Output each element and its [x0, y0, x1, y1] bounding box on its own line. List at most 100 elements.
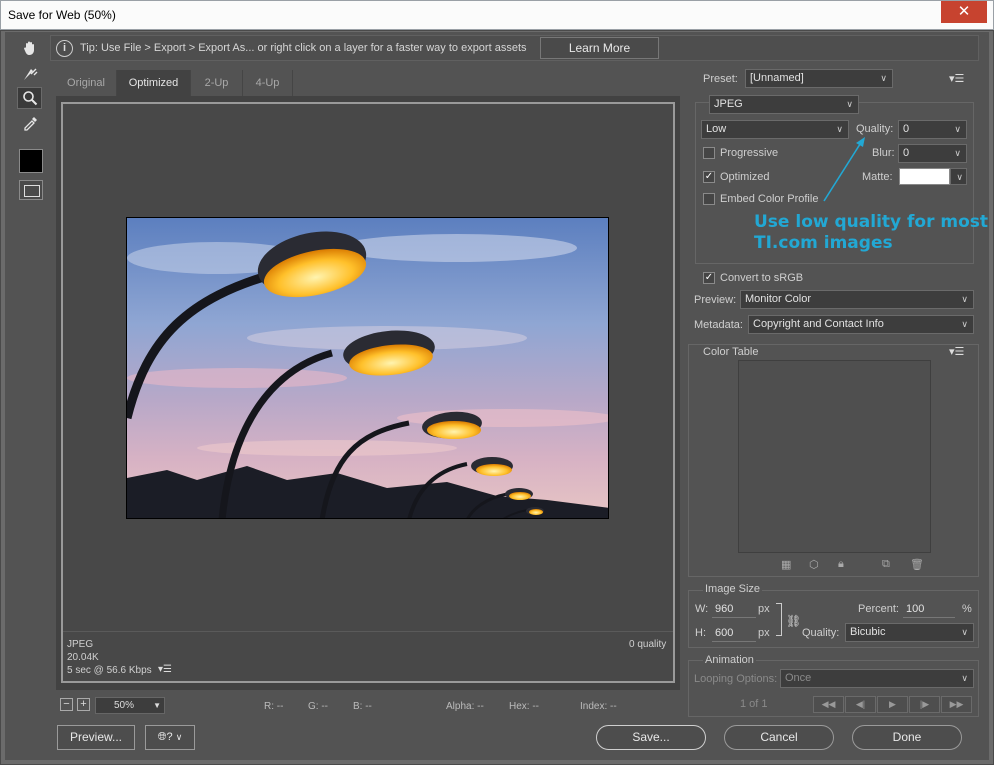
optimized-checkbox[interactable]: ✓ [703, 171, 715, 183]
constrain-bracket [776, 603, 782, 636]
percent-unit: % [962, 603, 972, 615]
animation-title: Animation [703, 654, 756, 666]
zoom-out-button[interactable]: − [60, 698, 73, 711]
height-input[interactable]: 600 [712, 624, 756, 642]
zoom-level-value: 50% [114, 700, 135, 711]
trash-icon[interactable]: 🗑︎ [910, 558, 924, 571]
annotation-line-1: Use low quality for most [754, 212, 989, 232]
quality-preset-value: Low [706, 123, 727, 135]
link-proportions-icon[interactable]: ⛓︎ [786, 614, 801, 628]
tab-optimized[interactable]: Optimized [117, 70, 191, 97]
chevron-down-icon: ∨ [954, 148, 961, 158]
status-download-time: 5 sec @ 56.6 Kbps [67, 665, 152, 676]
view-tabs: Original Optimized 2-Up 4-Up [56, 70, 680, 97]
tip-text: Tip: Use File > Export > Export As... or… [80, 42, 527, 54]
progressive-checkbox[interactable] [703, 147, 715, 159]
metadata-value: Copyright and Contact Info [753, 318, 884, 330]
web-shift-cube-icon[interactable]: ⬡ [809, 558, 819, 571]
preview-image[interactable] [126, 217, 609, 519]
annotation-callout: Use low quality for most TI.com images [754, 212, 988, 254]
format-select[interactable]: JPEG ∨ [709, 95, 859, 114]
tab-original[interactable]: Original [56, 70, 117, 97]
prev-frame-icon[interactable]: ◀| [845, 696, 876, 713]
chevron-down-icon: ∨ [961, 627, 968, 637]
eyedropper-icon[interactable] [17, 113, 42, 135]
close-button[interactable]: ✕ [941, 1, 987, 23]
percent-input[interactable]: 100 [903, 600, 955, 618]
next-frame-icon[interactable]: |▶ [909, 696, 940, 713]
cancel-button[interactable]: Cancel [724, 725, 834, 750]
looping-select[interactable]: Once ∨ [780, 669, 974, 688]
download-speed-menu-icon[interactable]: ▾☰ [158, 664, 172, 675]
done-button[interactable]: Done [852, 725, 962, 750]
convert-srgb-checkbox[interactable]: ✓ [703, 272, 715, 284]
chevron-down-icon: ∨ [846, 99, 853, 109]
annotation-line-2: TI.com images [754, 233, 893, 253]
matte-dropdown[interactable]: ∨ [950, 168, 967, 185]
convert-srgb-label: Convert to sRGB [720, 272, 804, 284]
resample-quality-value: Bicubic [850, 626, 886, 638]
chevron-down-icon: ∨ [961, 673, 968, 683]
readout-b: B: -- [353, 701, 372, 712]
hand-tool-icon[interactable] [17, 37, 42, 59]
eyedropper-color-swatch[interactable] [19, 149, 43, 173]
metadata-select[interactable]: Copyright and Contact Info ∨ [748, 315, 974, 334]
format-value: JPEG [714, 98, 743, 110]
blur-input[interactable]: 0 ∨ [898, 144, 967, 163]
image-size-title: Image Size [703, 583, 763, 595]
status-divider [63, 631, 673, 632]
toggle-slices-icon[interactable] [19, 180, 43, 200]
readout-g: G: -- [308, 701, 328, 712]
embed-color-profile-label: Embed Color Profile [720, 193, 819, 205]
looping-value: Once [785, 672, 812, 684]
info-icon: i [56, 40, 73, 57]
last-frame-icon[interactable]: ▶▶ [941, 696, 972, 713]
map-transparency-icon[interactable]: ▦ [781, 558, 791, 571]
preview-button[interactable]: Preview... [57, 725, 135, 750]
color-table-menu-icon[interactable]: ▾☰ [949, 345, 964, 358]
percent-label: Percent: [858, 603, 899, 615]
height-label: H: [695, 627, 706, 639]
chevron-down-icon: ∨ [961, 294, 968, 304]
new-color-icon[interactable]: ⧉ [882, 558, 890, 571]
quality-input[interactable]: 0 ∨ [898, 120, 967, 139]
status-format: JPEG [67, 639, 94, 650]
optimize-menu-icon[interactable]: ▾☰ [949, 72, 964, 85]
save-button[interactable]: Save... [596, 725, 706, 750]
blur-label: Blur: [872, 147, 895, 159]
embed-color-profile-checkbox[interactable] [703, 193, 715, 205]
tab-2-up[interactable]: 2-Up [191, 70, 243, 97]
learn-more-button[interactable]: Learn More [540, 37, 659, 59]
color-table-title: Color Table [703, 346, 759, 358]
tip-bar: i Tip: Use File > Export > Export As... … [50, 35, 979, 61]
globe-browser-icon: 🌐︎? [157, 731, 173, 743]
resample-quality-select[interactable]: Bicubic ∨ [845, 623, 974, 642]
slice-select-icon[interactable] [17, 63, 42, 85]
play-icon[interactable]: ▶ [877, 696, 908, 713]
annotation-arrow [823, 137, 865, 202]
tab-4-up[interactable]: 4-Up [243, 70, 293, 97]
preset-select[interactable]: [Unnamed] ∨ [745, 69, 893, 88]
title-bar: Save for Web (50%) ✕ [0, 0, 994, 30]
readout-alpha: Alpha: -- [446, 701, 484, 712]
status-quality: 0 quality [629, 639, 667, 650]
width-input[interactable]: 960 [712, 600, 756, 618]
metadata-label: Metadata: [694, 319, 743, 331]
blur-value: 0 [903, 147, 910, 159]
lock-color-icon[interactable]: 🔒︎ [838, 558, 844, 571]
chevron-down-icon: ▼ [153, 701, 161, 710]
preset-label: Preset: [703, 73, 738, 85]
readout-index: Index: -- [580, 701, 617, 712]
zoom-level-select[interactable]: 50% ▼ [95, 697, 165, 714]
progressive-label: Progressive [720, 147, 779, 159]
preview-mode-label: Preview: [694, 294, 737, 306]
first-frame-icon[interactable]: ◀◀ [813, 696, 844, 713]
matte-color-swatch[interactable] [899, 168, 950, 185]
zoom-icon[interactable] [17, 87, 42, 109]
zoom-in-button[interactable]: + [77, 698, 90, 711]
chevron-down-icon: ∨ [175, 732, 183, 742]
preview-in-browser-select[interactable]: 🌐︎? ∨ [145, 725, 195, 750]
preview-mode-select[interactable]: Monitor Color ∨ [740, 290, 974, 309]
looping-label: Looping Options: [694, 673, 778, 685]
quality-value: 0 [903, 123, 910, 135]
